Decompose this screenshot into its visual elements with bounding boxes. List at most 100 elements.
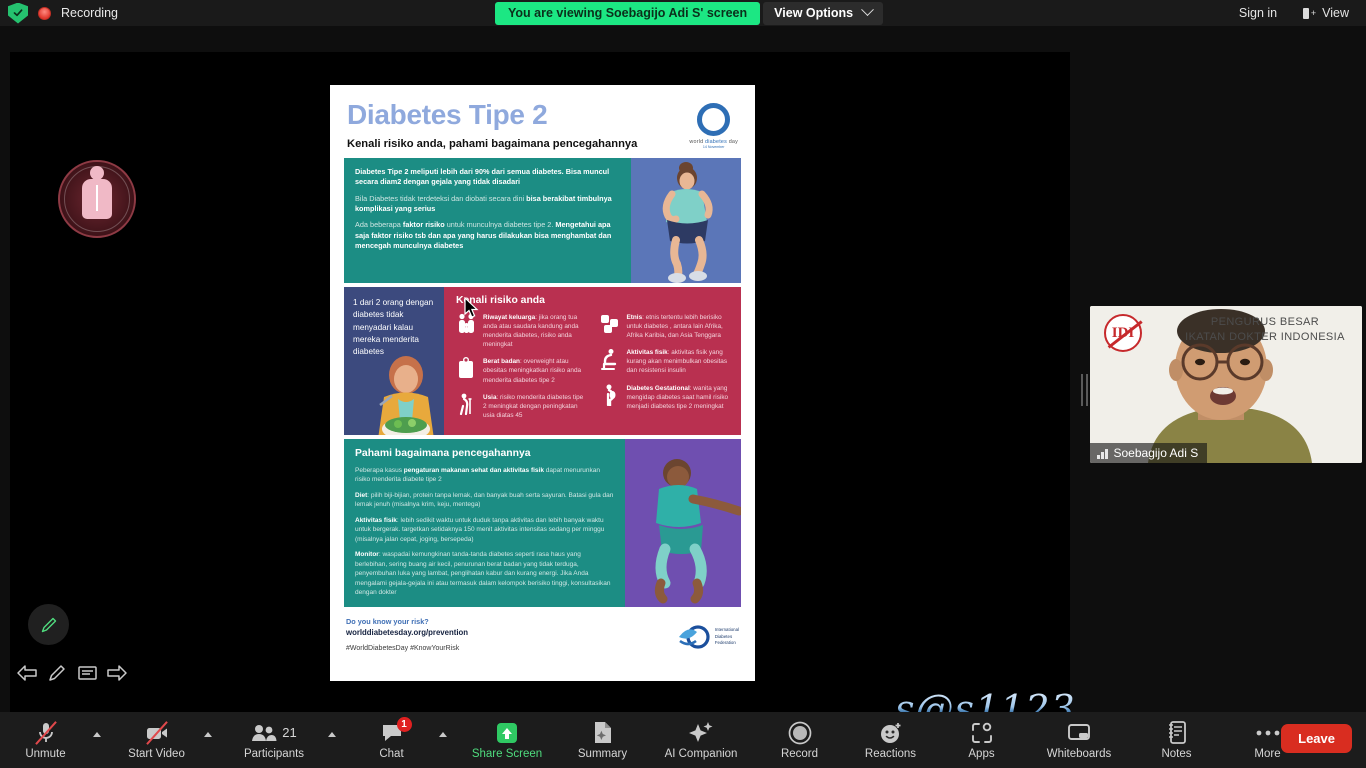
share-screen-icon [494,721,520,745]
idi-logo: IDI [1104,314,1142,352]
toolbar-label-ai-companion: AI Companion [664,747,738,760]
running-woman-illustration [631,158,741,283]
risk-item: Aktivitas fisik: aktivitas fisik yang ku… [600,348,732,375]
poster-risk-row: 1 dari 2 orang dengan diabetes tidak men… [344,287,741,435]
toolbar-label-unmute: Unmute [25,747,66,760]
poster-risk-panel: Kenali risiko anda Riwayat keluarga: jik… [444,287,741,435]
annotation-toolbar[interactable] [14,656,132,690]
toolbar-item-ai-companion[interactable]: AI Companion [648,712,754,768]
chevron-up-icon [204,731,212,737]
sign-in-button[interactable]: Sign in [1230,3,1286,23]
shared-screen-stage[interactable]: Diabetes Tipe 2 Kenali risiko anda, paha… [10,52,1075,731]
idi-initials: IDI [1111,324,1135,341]
toolbar-label-record: Record [780,747,819,760]
risk-item: Etnis: etnis tertentu lebih berisiko unt… [600,313,732,340]
international-diabetes-federation-logo: International Diabetes Federation [677,617,739,651]
footer-url: worlddiabetesday.org/prevention [346,628,469,637]
pregnant-woman-icon [600,384,620,410]
prev-2-bold: Aktivitas fisik [355,516,397,524]
microphone-muted-icon [34,720,57,745]
toolbar-label-notes: Notes [1161,747,1192,760]
toolbar-item-notes[interactable]: Notes [1131,712,1222,768]
view-options-button[interactable]: View Options [763,1,884,25]
woman-eating-salad-illustration [378,356,434,435]
toolbar-label-apps: Apps [968,747,995,760]
papdi-organization-logo [58,160,136,238]
ethnicity-people-icon [600,313,620,339]
drag-handle-icon[interactable] [1079,370,1089,410]
view-label: View [1322,6,1349,20]
security-shield-icon[interactable] [8,2,28,24]
toolbar-label-chat: Chat [379,747,404,760]
toolbar-label-start-video: Start Video [128,747,185,760]
summary-doc-icon [593,721,613,745]
recording-label: Recording [61,6,118,20]
risk-label: Diabetes Gestational [626,384,690,392]
prev-3-text: : waspadai kemungkinan tanda-tanda diabe… [355,551,611,597]
mouse-pointer-icon [464,297,479,318]
toolbar-label-whiteboards: Whiteboards [1046,747,1112,760]
toolbar-label-participants: Participants [243,747,305,760]
arrow-right-icon[interactable] [104,660,130,686]
prev-0-bold: pengaturan makanan sehat dan aktivitas f… [403,467,544,474]
pencil-icon[interactable] [44,660,70,686]
risk-label: Berat badan [483,358,520,366]
whiteboard-icon [1067,721,1091,745]
toolbar-item-apps[interactable]: Apps [936,712,1027,768]
idf-logo-text: International Diabetes Federation [714,627,739,646]
arrow-left-icon[interactable] [14,660,40,686]
audio-options-caret[interactable] [91,712,111,768]
intro-para-3-bold1: faktor risiko [402,220,445,230]
audio-bars-icon [1097,448,1108,459]
toolbar-item-start-video[interactable]: Start Video [111,712,202,768]
risk-item: Berat badan: overweight atau obesitas me… [456,357,588,384]
video-options-caret[interactable] [202,712,222,768]
text-box-icon[interactable] [74,660,100,686]
risk-column-left: Riwayat keluarga: jika orang tua anda at… [456,313,588,420]
toolbar-item-participants[interactable]: 21 Participants [222,712,326,768]
risk-heading: Kenali risiko anda [456,295,545,306]
risk-item: Diabetes Gestational: wanita yang mengid… [600,384,732,411]
participants-icon: 21 [251,721,297,745]
top-bar-center-group: You are viewing Soebagijo Adi S' screen … [495,0,884,26]
view-layout-button[interactable]: + View [1294,3,1358,23]
chevron-up-icon [439,731,447,737]
poster-intro-panel: Diabetes Tipe 2 meliputi lebih dari 90% … [344,158,631,283]
poster-prevention-panel: Pahami bagaimana pencegahannya Peberapa … [344,439,625,607]
footer-hashtags: #WorldDiabetesDay #KnowYourRisk [346,645,460,652]
toolbar-item-share-screen[interactable]: Share Screen [457,712,557,768]
chat-options-caret[interactable] [437,712,457,768]
participant-video-tile[interactable]: IDI PENGURUS BESAR IKATAN DOKTER INDONES… [1090,306,1362,463]
elderly-person-icon [456,393,476,419]
participant-name-badge: Soebagijo Adi S [1090,443,1208,463]
toolbar-label-more: More [1254,747,1281,760]
recording-dot-icon [38,6,51,20]
footer-question: Do you know your risk? [346,617,429,626]
toolbar-item-record[interactable]: Record [754,712,845,768]
intro-para-2-dim: Bila Diabetes tidak terdeteksi dan dioba… [355,193,527,203]
organization-banner: PENGURUS BESAR IKATAN DOKTER INDONESIA [1174,315,1356,345]
prevention-heading: Pahami bagaimana pencegahannya [355,448,531,459]
toolbar-item-chat[interactable]: 1 Chat [346,712,437,768]
participants-options-caret[interactable] [326,712,346,768]
leave-button[interactable]: Leave [1281,724,1352,753]
chevron-down-icon [861,3,874,17]
sedentary-sitting-icon [600,348,620,374]
toolbar-item-reactions[interactable]: Reactions [845,712,936,768]
prev-0-dim: Peberapa kasus [355,467,404,474]
risk-item: Usia: risiko menderita diabetes tipe 2 m… [456,393,588,420]
world-diabetes-day-logo: world diabetes day 14 November [689,99,738,149]
toolbar-label-reactions: Reactions [864,747,917,760]
wdd-word-day: day [727,139,738,145]
chat-bubble-icon: 1 [381,716,412,745]
poster-title: Diabetes Tipe 2 [347,99,548,130]
risk-label: Riwayat keluarga [483,314,536,321]
reactions-smiley-icon [879,721,903,745]
toolbar-item-summary[interactable]: Summary [557,712,648,768]
layout-view-icon: + [1303,7,1316,19]
ai-sparkle-icon [688,721,714,745]
annotation-pen-button[interactable] [28,604,69,645]
toolbar-item-unmute[interactable]: Unmute [0,712,91,768]
toolbar-item-whiteboards[interactable]: Whiteboards [1027,712,1131,768]
poster-footer: Do you know your risk? worlddiabetesday.… [330,607,755,652]
